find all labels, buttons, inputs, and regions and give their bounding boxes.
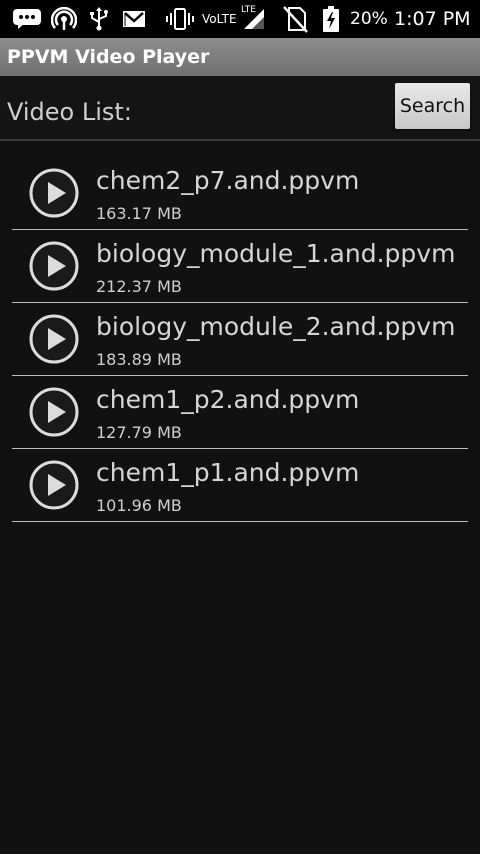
status-bar: VoLTE LTE 20% 1:07 PM (0, 0, 480, 38)
video-name: chem1_p2.and.ppvm (96, 385, 360, 414)
play-icon[interactable] (29, 314, 79, 364)
play-icon[interactable] (29, 387, 79, 437)
video-size: 163.17 MB (96, 204, 182, 223)
play-icon[interactable] (29, 460, 79, 510)
video-list-item[interactable]: chem1_p2.and.ppvm 127.79 MB (0, 376, 480, 449)
video-name: chem2_p7.and.ppvm (96, 166, 360, 195)
search-button[interactable]: Search (395, 83, 470, 129)
vibrate-icon (166, 7, 194, 31)
signal-icon (242, 7, 266, 31)
row-divider (12, 521, 468, 522)
battery-charging-icon (323, 6, 339, 32)
app-title-bar: PPVM Video Player (0, 38, 480, 76)
video-size: 101.96 MB (96, 496, 182, 515)
volte-label: VoLTE (202, 12, 237, 26)
battery-percent: 20% (350, 9, 388, 29)
app-title: PPVM Video Player (7, 46, 210, 68)
video-name: biology_module_1.and.ppvm (96, 239, 456, 268)
video-name: chem1_p1.and.ppvm (96, 458, 360, 487)
video-list-item[interactable]: chem2_p7.and.ppvm 163.17 MB (0, 157, 480, 230)
gmail-icon (122, 7, 146, 31)
video-size: 212.37 MB (96, 277, 182, 296)
video-name: biology_module_2.and.ppvm (96, 312, 456, 341)
header-divider (0, 139, 480, 141)
video-list-item[interactable]: chem1_p1.and.ppvm 101.96 MB (0, 449, 480, 522)
list-header: Video List: Search (0, 76, 480, 140)
video-size: 127.79 MB (96, 423, 182, 442)
hotspot-icon (51, 7, 77, 31)
usb-icon (88, 7, 110, 31)
no-sim-icon (281, 6, 309, 33)
video-list-item[interactable]: biology_module_1.and.ppvm 212.37 MB (0, 230, 480, 303)
message-icon (12, 7, 42, 31)
video-list-label: Video List: (7, 98, 132, 126)
video-list: chem2_p7.and.ppvm 163.17 MB biology_modu… (0, 157, 480, 522)
video-size: 183.89 MB (96, 350, 182, 369)
clock: 1:07 PM (394, 8, 471, 30)
play-icon[interactable] (29, 168, 79, 218)
video-list-item[interactable]: biology_module_2.and.ppvm 183.89 MB (0, 303, 480, 376)
play-icon[interactable] (29, 241, 79, 291)
